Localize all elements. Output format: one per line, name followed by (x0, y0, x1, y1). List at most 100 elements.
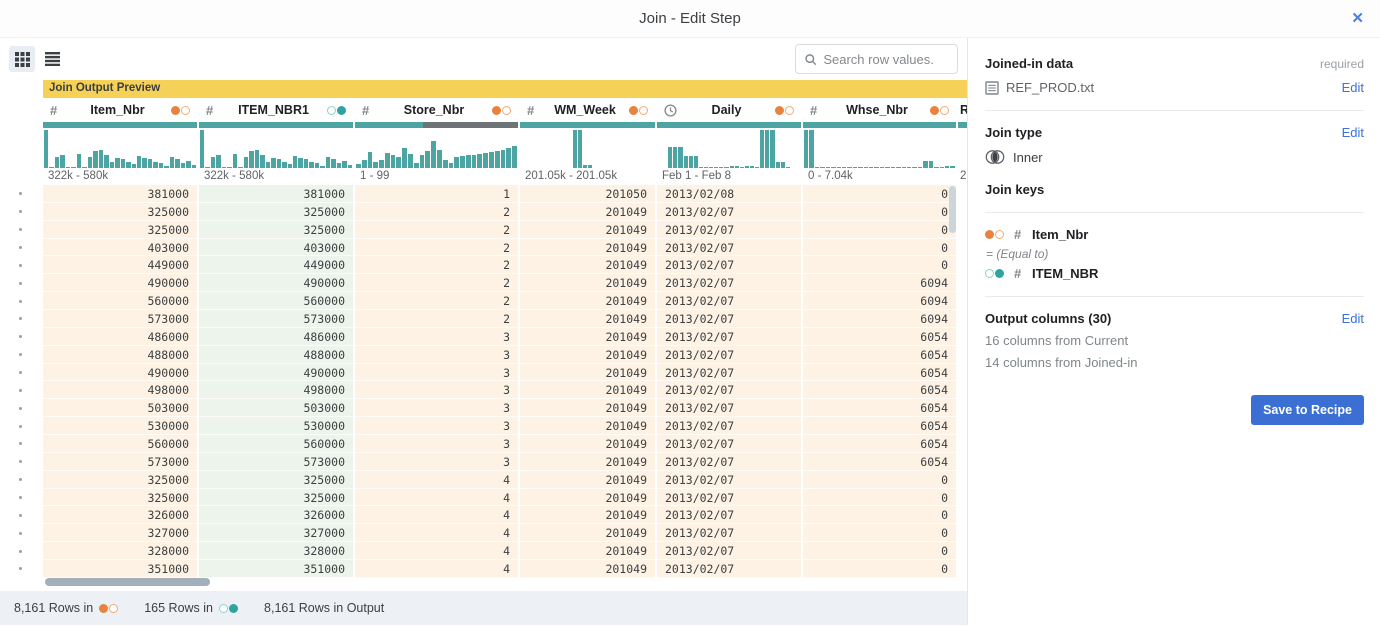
row-marker[interactable] (0, 453, 43, 471)
table-cell[interactable]: 2013/02/07 (657, 435, 801, 453)
table-cell[interactable]: 6094 (803, 310, 956, 328)
table-cell[interactable]: 201049 (520, 239, 655, 257)
table-cell[interactable]: 6054 (803, 417, 956, 435)
table-cell[interactable]: 1 (355, 185, 518, 203)
table-cell[interactable]: 327000 (43, 524, 197, 542)
table-cell[interactable]: 498000 (43, 381, 197, 399)
table-cell[interactable]: 6054 (803, 328, 956, 346)
table-cell[interactable]: 2013/02/07 (657, 364, 801, 382)
row-marker[interactable] (0, 435, 43, 453)
table-cell[interactable]: 503000 (199, 399, 353, 417)
table-cell[interactable]: 490000 (199, 274, 353, 292)
table-cell[interactable]: 2013/02/07 (657, 328, 801, 346)
table-cell[interactable]: 2 (355, 221, 518, 239)
table-cell[interactable]: 201049 (520, 203, 655, 221)
row-marker[interactable] (0, 381, 43, 399)
row-marker[interactable] (0, 203, 43, 221)
table-cell[interactable]: 325000 (199, 471, 353, 489)
table-cell[interactable]: 201049 (520, 542, 655, 560)
table-cell[interactable]: 2013/02/07 (657, 453, 801, 471)
table-cell[interactable]: 3 (355, 435, 518, 453)
table-cell[interactable]: 573000 (199, 453, 353, 471)
table-cell[interactable]: 490000 (199, 364, 353, 382)
table-cell[interactable]: 4 (355, 489, 518, 507)
table-cell[interactable]: 3 (355, 346, 518, 364)
table-cell[interactable]: 201049 (520, 524, 655, 542)
table-cell[interactable]: 2013/02/07 (657, 399, 801, 417)
table-cell[interactable]: 201049 (520, 453, 655, 471)
table-cell[interactable]: 3 (355, 399, 518, 417)
table-cell[interactable]: 327000 (199, 524, 353, 542)
horizontal-scrollbar-thumb[interactable] (45, 578, 210, 586)
table-cell[interactable]: 201049 (520, 435, 655, 453)
table-cell[interactable]: 3 (355, 453, 518, 471)
table-cell[interactable]: 201049 (520, 256, 655, 274)
table-cell[interactable]: 573000 (43, 453, 197, 471)
table-cell[interactable]: 0 (803, 542, 956, 560)
table-cell[interactable]: 0 (803, 524, 956, 542)
table-cell[interactable]: 4 (355, 542, 518, 560)
table-cell[interactable]: 351000 (199, 560, 353, 578)
table-cell[interactable]: 201049 (520, 560, 655, 578)
table-cell[interactable]: 325000 (199, 489, 353, 507)
list-view-button[interactable] (39, 46, 65, 72)
table-cell[interactable]: 488000 (43, 346, 197, 364)
table-cell[interactable]: 201049 (520, 471, 655, 489)
row-marker[interactable] (0, 399, 43, 417)
table-cell[interactable]: 2 (355, 256, 518, 274)
grid-view-button[interactable] (9, 46, 35, 72)
table-cell[interactable]: 498000 (199, 381, 353, 399)
table-cell[interactable]: 6054 (803, 435, 956, 453)
table-cell[interactable]: 201049 (520, 221, 655, 239)
table-cell[interactable]: 6054 (803, 381, 956, 399)
row-marker[interactable] (0, 256, 43, 274)
table-cell[interactable]: 2 (355, 274, 518, 292)
column-histogram[interactable] (199, 128, 353, 168)
table-cell[interactable]: 328000 (199, 542, 353, 560)
table-cell[interactable]: 201049 (520, 292, 655, 310)
table-cell[interactable]: 2 (355, 310, 518, 328)
table-cell[interactable]: 0 (803, 185, 956, 203)
table-cell[interactable]: 2013/02/07 (657, 292, 801, 310)
table-cell[interactable]: 4 (355, 524, 518, 542)
table-cell[interactable]: 0 (803, 471, 956, 489)
row-marker[interactable] (0, 185, 43, 203)
table-cell[interactable]: 560000 (43, 292, 197, 310)
table-cell[interactable]: 530000 (43, 417, 197, 435)
table-cell[interactable]: 2013/02/07 (657, 381, 801, 399)
vertical-scrollbar-thumb[interactable] (949, 186, 956, 233)
table-cell[interactable]: 2013/02/07 (657, 346, 801, 364)
table-cell[interactable]: 0 (803, 489, 956, 507)
table-cell[interactable]: 2013/02/07 (657, 203, 801, 221)
table-cell[interactable]: 201049 (520, 346, 655, 364)
table-cell[interactable]: 201049 (520, 364, 655, 382)
row-marker[interactable] (0, 471, 43, 489)
row-marker[interactable] (0, 542, 43, 560)
save-to-recipe-button[interactable]: Save to Recipe (1251, 395, 1364, 425)
table-cell[interactable]: 4 (355, 506, 518, 524)
row-marker[interactable] (0, 221, 43, 239)
row-marker[interactable] (0, 292, 43, 310)
table-cell[interactable]: 503000 (43, 399, 197, 417)
table-cell[interactable]: 530000 (199, 417, 353, 435)
column-header-Item_Nbr[interactable]: #Item_Nbr (43, 98, 197, 122)
table-cell[interactable]: 2013/02/07 (657, 221, 801, 239)
search-box[interactable] (795, 44, 958, 74)
table-cell[interactable]: 2013/02/07 (657, 239, 801, 257)
table-cell[interactable]: 486000 (199, 328, 353, 346)
row-marker[interactable] (0, 310, 43, 328)
table-cell[interactable]: 3 (355, 381, 518, 399)
table-cell[interactable]: 449000 (43, 256, 197, 274)
table-cell[interactable]: 0 (803, 506, 956, 524)
table-cell[interactable]: 201049 (520, 310, 655, 328)
table-cell[interactable]: 2 (355, 239, 518, 257)
table-cell[interactable]: 351000 (43, 560, 197, 578)
column-histogram[interactable] (520, 128, 655, 168)
table-cell[interactable]: 0 (803, 221, 956, 239)
table-cell[interactable]: 2013/02/07 (657, 256, 801, 274)
row-marker[interactable] (0, 346, 43, 364)
table-cell[interactable]: 201050 (520, 185, 655, 203)
table-cell[interactable]: 325000 (43, 489, 197, 507)
table-cell[interactable]: 403000 (199, 239, 353, 257)
table-cell[interactable]: 490000 (43, 364, 197, 382)
